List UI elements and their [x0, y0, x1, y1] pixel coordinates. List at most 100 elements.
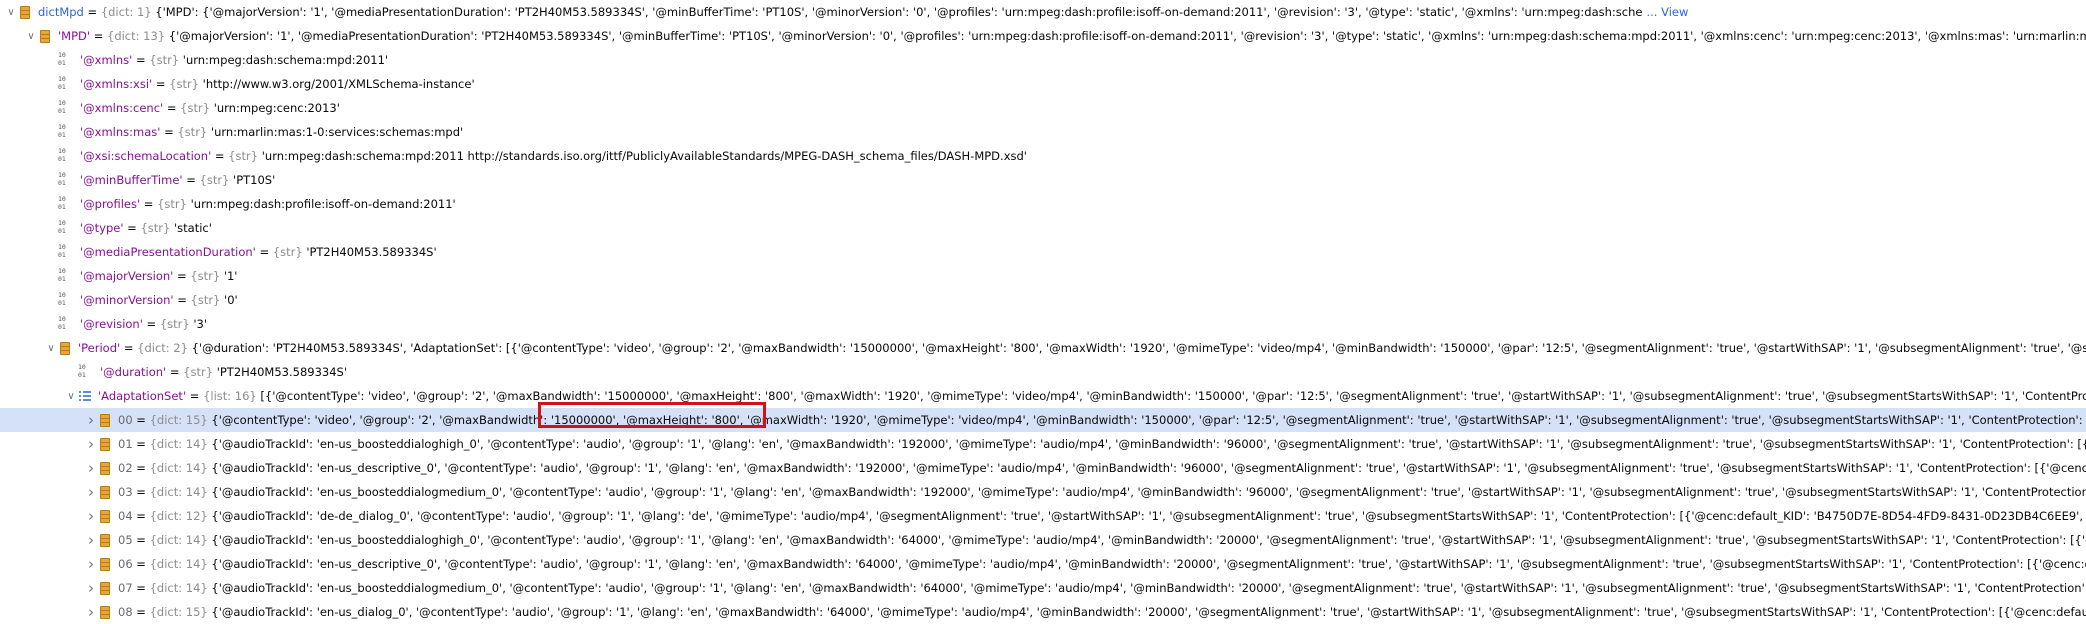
equals-sign: = — [173, 269, 191, 283]
variable-name: 06 — [118, 557, 133, 571]
variable-name: 01 — [118, 437, 133, 451]
tree-row[interactable]: 10 01 '@minBufferTime' = {str} 'PT10S' — [0, 168, 2086, 192]
equals-sign: = — [132, 557, 150, 571]
tree-row[interactable]: ∨ 'AdaptationSet' = {list: 16} [{'@conten… — [0, 384, 2086, 408]
variable-value: 'urn:mpeg:dash:profile:isoff-on-demand:2… — [190, 197, 456, 211]
tree-row[interactable]: › 08 = {dict: 15} {'@audioTrackId': 'en-u… — [0, 600, 2086, 624]
tree-row[interactable]: 10 01 '@xmlns:xsi' = {str} 'http://www.w3.… — [0, 72, 2086, 96]
variable-value: '0' — [224, 293, 238, 307]
tree-row[interactable]: ∨ dictMpd = {dict: 1} {'MPD': {'@majorVer… — [0, 0, 2086, 24]
equals-sign: = — [132, 533, 150, 547]
chevron-down-icon[interactable]: ∨ — [24, 31, 38, 42]
equals-sign: = — [120, 341, 138, 355]
chevron-right-icon[interactable]: › — [84, 579, 98, 597]
chevron-right-icon[interactable]: › — [84, 555, 98, 573]
variable-value: {'@audioTrackId': 'en-us_boosteddialoghi… — [211, 533, 2086, 547]
dict-type-icon — [98, 605, 112, 619]
tree-row[interactable]: 10 01 '@minorVersion' = {str} '0' — [0, 288, 2086, 312]
variable-value: 'urn:mpeg:dash:schema:mpd:2011' — [182, 53, 389, 67]
equals-sign: = — [163, 101, 181, 115]
tree-row[interactable]: 10 01 '@duration' = {str} 'PT2H40M53.58933… — [0, 360, 2086, 384]
variable-type: {str} — [140, 221, 171, 235]
equals-sign: = — [132, 605, 150, 619]
chevron-right-icon[interactable]: › — [84, 507, 98, 525]
string-type-icon: 10 01 — [78, 363, 86, 379]
variable-name: 'AdaptationSet' — [98, 389, 187, 403]
tree-row[interactable]: 10 01 '@xmlns:mas' = {str} 'urn:marlin:mas… — [0, 120, 2086, 144]
chevron-right-icon[interactable]: › — [84, 459, 98, 477]
string-type-icon: 10 01 — [58, 75, 66, 91]
variable-value: {'@audioTrackId': 'en-us_dialog_0', '@co… — [211, 605, 2086, 619]
chevron-right-icon[interactable]: › — [84, 435, 98, 453]
equals-sign: = — [132, 461, 150, 475]
variable-name: '@xmlns:cenc' — [80, 101, 164, 115]
variable-value: 'urn:marlin:mas:1-0:services:schemas:mpd… — [210, 125, 464, 139]
equals-sign: = — [142, 317, 160, 331]
tree-row[interactable]: ∨ 'MPD' = {dict: 13} {'@majorVersion': '1… — [0, 24, 2086, 48]
chevron-right-icon[interactable]: › — [84, 603, 98, 621]
equals-sign: = — [173, 293, 191, 307]
string-type-icon: 10 01 — [58, 171, 66, 187]
variable-type: {str} — [169, 77, 200, 91]
equals-sign: = — [211, 149, 229, 163]
tree-row[interactable]: › 07 = {dict: 14} {'@audioTrackId': 'en-u… — [0, 576, 2086, 600]
variable-name: '@duration' — [100, 365, 167, 379]
tree-row[interactable]: 10 01 '@revision' = {str} '3' — [0, 312, 2086, 336]
variable-type: {str} — [157, 197, 187, 211]
variable-value: {'@duration': 'PT2H40M53.589334S', 'Adap… — [191, 341, 2086, 355]
variable-type: {str} — [183, 365, 214, 379]
variable-value: {'@audioTrackId': 'en-us_boosteddialogme… — [211, 581, 2086, 595]
chevron-right-icon[interactable]: › — [84, 411, 98, 429]
chevron-down-icon[interactable]: ∨ — [44, 343, 58, 354]
variable-type: {dict: 15} — [149, 605, 208, 619]
variable-type: {dict: 14} — [149, 461, 208, 475]
tree-row[interactable]: 10 01 '@xmlns:cenc' = {str} 'urn:mpeg:cenc… — [0, 96, 2086, 120]
variable-type: {dict: 1} — [100, 5, 152, 19]
tree-row[interactable]: › 02 = {dict: 14} {'@audioTrackId': 'en-u… — [0, 456, 2086, 480]
variable-type: {str} — [177, 125, 208, 139]
dict-type-icon — [98, 509, 112, 523]
equals-sign: = — [132, 413, 150, 427]
chevron-right-icon[interactable]: › — [84, 483, 98, 501]
tree-row[interactable]: 10 01 '@xsi:schemaLocation' = {str} 'urn:m… — [0, 144, 2086, 168]
variable-value: {'@contentType': 'video', '@group': '2',… — [211, 413, 2086, 427]
chevron-right-icon[interactable]: › — [84, 531, 98, 549]
variable-value: {'@audioTrackId': 'en-us_descriptive_0',… — [211, 557, 2086, 571]
tree-row[interactable]: 10 01 '@profiles' = {str} 'urn:mpeg:dash:p… — [0, 192, 2086, 216]
variable-value: 'PT2H40M53.589334S' — [306, 245, 437, 259]
tree-row[interactable]: › 01 = {dict: 14} {'@audioTrackId': 'en-u… — [0, 432, 2086, 456]
tree-row[interactable]: ∨ 'Period' = {dict: 2} {'@duration': 'PT2… — [0, 336, 2086, 360]
variable-type: {str} — [272, 245, 303, 259]
tree-row[interactable]: 10 01 '@xmlns' = {str} 'urn:mpeg:dash:sche… — [0, 48, 2086, 72]
tree-row[interactable]: › 04 = {dict: 12} {'@audioTrackId': 'de-d… — [0, 504, 2086, 528]
variable-name: '@type' — [80, 221, 124, 235]
string-type-icon: 10 01 — [58, 195, 66, 211]
variable-name: '@minBufferTime' — [80, 173, 183, 187]
dict-type-icon — [18, 5, 32, 19]
chevron-down-icon[interactable]: ∨ — [64, 391, 78, 402]
variable-type: {dict: 14} — [149, 533, 208, 547]
variable-type: {str} — [190, 269, 221, 283]
tree-row[interactable]: › 05 = {dict: 14} {'@audioTrackId': 'en-u… — [0, 528, 2086, 552]
variable-name: 05 — [118, 533, 133, 547]
dict-type-icon — [58, 341, 72, 355]
tree-row[interactable]: 10 01 '@majorVersion' = {str} '1' — [0, 264, 2086, 288]
tree-row[interactable]: 10 01 '@mediaPresentationDuration' = {str}… — [0, 240, 2086, 264]
tree-row[interactable]: › 03 = {dict: 14} {'@audioTrackId': 'en-u… — [0, 480, 2086, 504]
chevron-down-icon[interactable]: ∨ — [4, 7, 18, 18]
equals-sign: = — [132, 485, 150, 499]
equals-sign: = — [83, 5, 101, 19]
tree-row[interactable]: 10 01 '@type' = {str} 'static' — [0, 216, 2086, 240]
string-type-icon: 10 01 — [58, 99, 66, 115]
variable-value: 'urn:mpeg:dash:schema:mpd:2011 http://st… — [261, 149, 1027, 163]
equals-sign: = — [90, 29, 107, 43]
tree-row[interactable]: › 06 = {dict: 14} {'@audioTrackId': 'en-u… — [0, 552, 2086, 576]
tree-row[interactable]: › 00 = {dict: 15} {'@contentType': 'video… — [0, 408, 2086, 432]
view-full-value-link[interactable]: ... View — [1646, 5, 1688, 19]
variable-value: {'@audioTrackId': 'en-us_boosteddialogme… — [211, 485, 2086, 499]
variable-type: {str} — [228, 149, 259, 163]
equals-sign: = — [152, 77, 170, 91]
variable-name: '@xmlns:xsi' — [80, 77, 153, 91]
variable-type: {dict: 15} — [149, 413, 208, 427]
equals-sign: = — [186, 389, 204, 403]
